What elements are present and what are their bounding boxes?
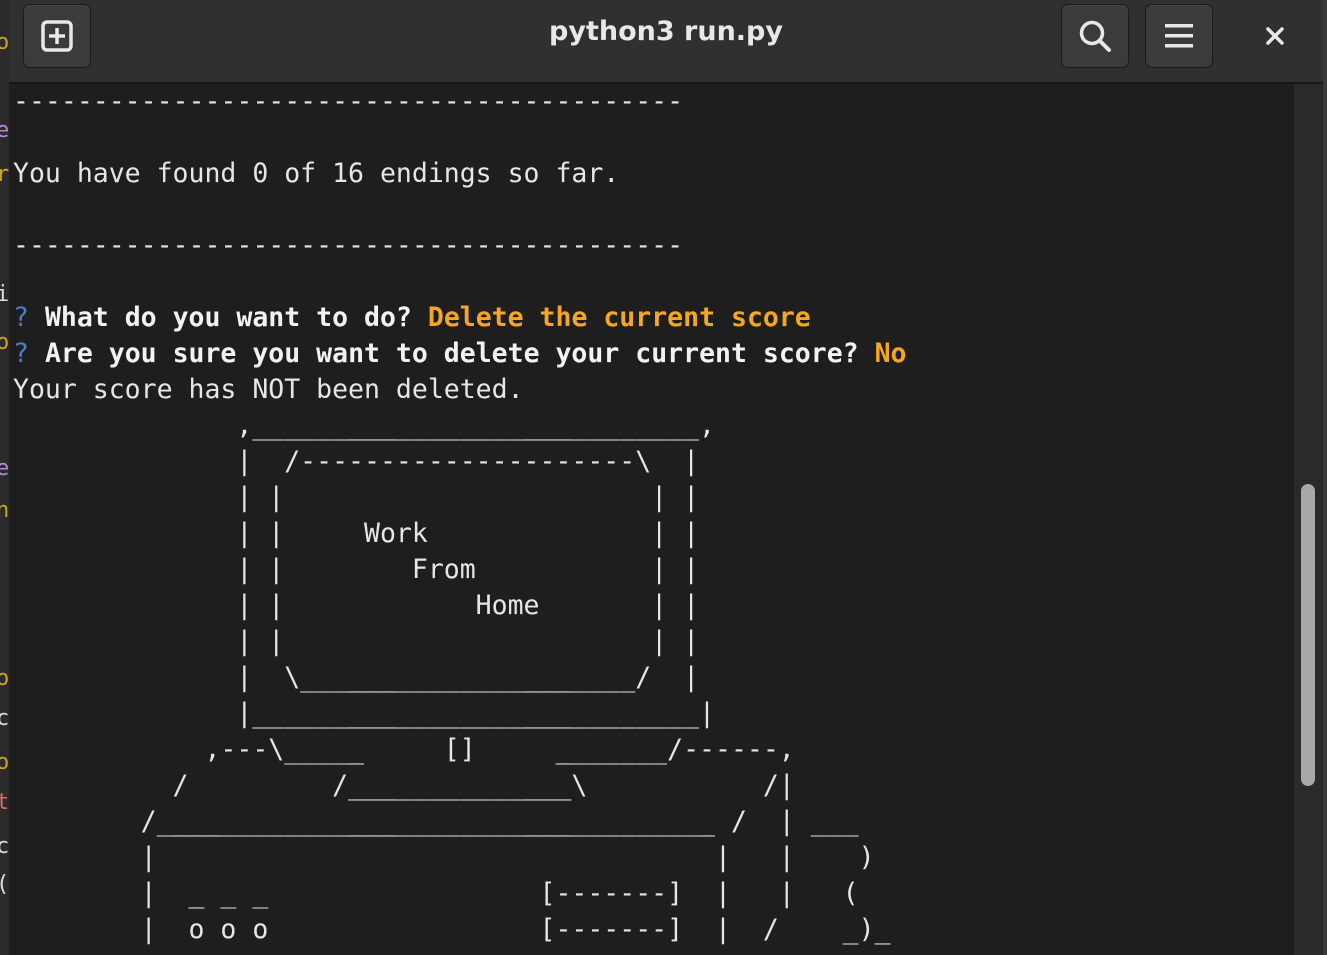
hamburger-menu-icon (1165, 24, 1193, 48)
background-window-edge: o e r i o e n o c o t c ( (0, 0, 9, 955)
ascii-art-line: / /______________\ /| (13, 770, 795, 801)
ascii-art-line: | \_____________________/ | (13, 662, 700, 693)
prompt-answer: Delete the current score (427, 302, 811, 333)
ascii-art-line: | /---------------------\ | (13, 446, 700, 477)
search-button[interactable] (1061, 4, 1129, 68)
close-button[interactable] (1253, 14, 1297, 58)
ascii-art-line: ,---\_____ [] _______/------, (13, 734, 795, 765)
separator-line: ----------------------------------------… (13, 230, 684, 261)
menu-button[interactable] (1145, 4, 1213, 68)
question-mark-icon: ? (13, 302, 29, 333)
ascii-art-line: | | Work | | (13, 518, 700, 549)
scrollbar-thumb[interactable] (1301, 484, 1315, 786)
ascii-art-line: | | Home | | (13, 590, 700, 621)
terminal-output[interactable]: ----------------------------------------… (9, 84, 1293, 955)
search-icon (1079, 20, 1111, 52)
ascii-art-line: | _ _ _ [-------] | | ( (13, 878, 859, 909)
prompt-confirm: ? Are you sure you want to delete your c… (13, 336, 1293, 372)
window-border (1323, 0, 1327, 955)
ascii-art-line: | | | ) (13, 842, 875, 873)
ascii-art-line: | | | | (13, 482, 700, 513)
prompt-action: ? What do you want to do? Delete the cur… (13, 300, 1293, 336)
ascii-art-line: | | | | (13, 626, 700, 657)
header-bar: python3 run.py (9, 0, 1323, 84)
ascii-art-line: ,____________________________, (13, 410, 715, 441)
question-mark-icon: ? (13, 338, 29, 369)
scrollbar[interactable] (1294, 84, 1323, 955)
prompt-question: What do you want to do? (44, 302, 412, 333)
close-icon (1266, 27, 1284, 45)
prompt-answer: No (874, 338, 907, 369)
ascii-art-line: | o o o [-------] | / _)_ (13, 914, 891, 945)
separator-line: ----------------------------------------… (13, 86, 684, 117)
ascii-art-line: |____________________________| (13, 698, 715, 729)
ascii-art-line: | | From | | (13, 554, 700, 585)
result-text: Your score has NOT been deleted. (13, 374, 524, 405)
endings-count-text: You have found 0 of 16 endings so far. (13, 158, 620, 189)
ascii-art-line: /___________________________________ / |… (13, 806, 859, 837)
terminal-window: python3 run.py -------------------------… (9, 0, 1323, 955)
prompt-question: Are you sure you want to delete your cur… (44, 338, 859, 369)
